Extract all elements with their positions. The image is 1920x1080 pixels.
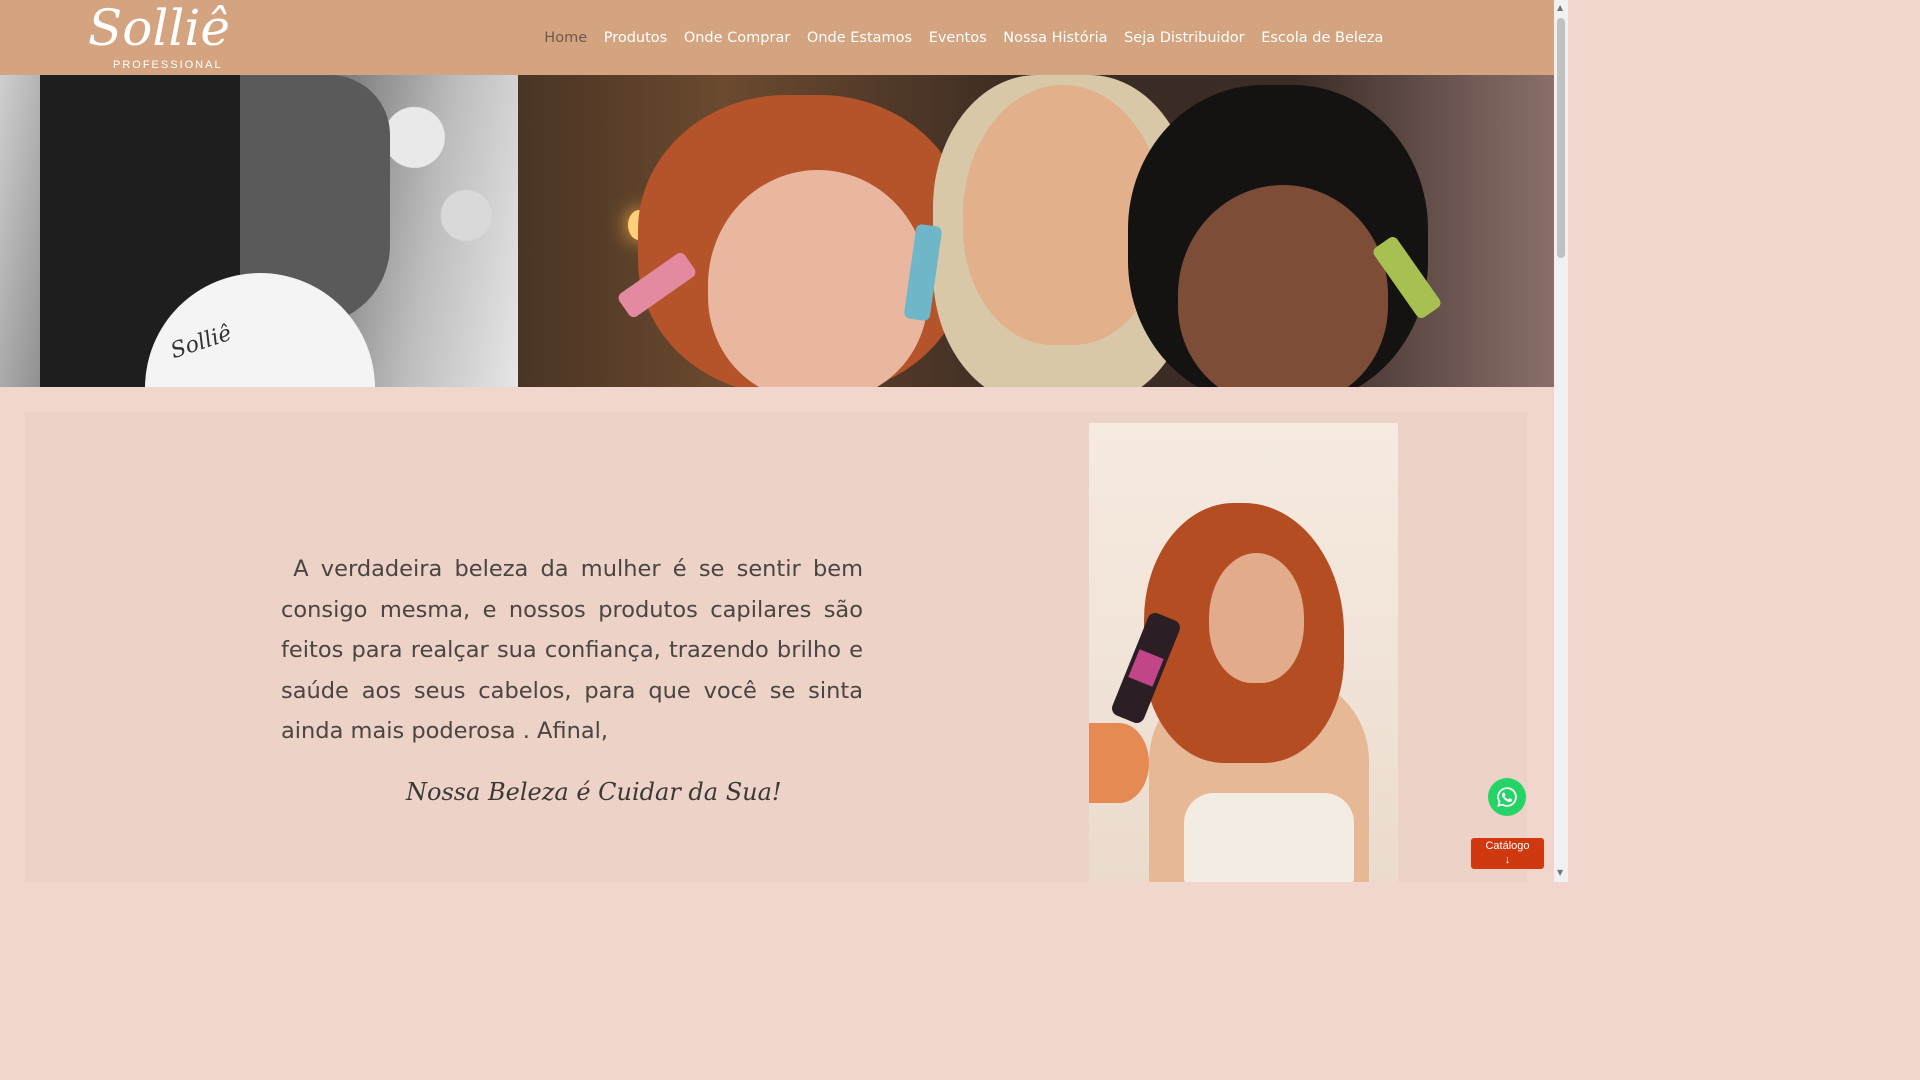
model-photo	[1089, 423, 1398, 882]
model-outfit	[1184, 793, 1354, 882]
hero-image-right	[518, 75, 1554, 387]
brand-logo[interactable]: Solliê PROFESSIONAL	[88, 0, 238, 72]
nav-item-seja-distribuidor[interactable]: Seja Distribuidor	[1116, 28, 1253, 48]
page-scrollbar[interactable]: ▲ ▼	[1554, 0, 1568, 882]
site-header: Solliê PROFESSIONAL Home Produtos Onde …	[0, 0, 1554, 75]
nav-item-home[interactable]: Home	[536, 28, 595, 48]
nav-item-onde-estamos[interactable]: Onde Estamos	[799, 28, 921, 48]
brand-quote: A verdadeira beleza da mulher é se senti…	[281, 556, 863, 744]
nav-item-eventos[interactable]: Eventos	[920, 28, 995, 48]
scroll-down-arrow-icon[interactable]: ▼	[1557, 868, 1563, 877]
whatsapp-icon	[1497, 787, 1517, 807]
main-nav: Home Produtos Onde Comprar Onde Estamos …	[536, 28, 1392, 48]
nav-item-onde-comprar[interactable]: Onde Comprar	[676, 28, 799, 48]
hero-banner: Solliê	[0, 75, 1554, 387]
nav-item-produtos[interactable]: Produtos	[595, 28, 675, 48]
whatsapp-button[interactable]	[1488, 778, 1526, 816]
catalog-button-label: Catálogo	[1485, 840, 1530, 852]
model-face	[1209, 553, 1304, 683]
hero-image-left: Solliê	[0, 75, 518, 387]
model-1-face	[708, 170, 928, 387]
brand-tagline: Nossa Beleza é Cuidar da Sua!	[406, 778, 782, 806]
catalog-button[interactable]: Catálogo ↓	[1471, 838, 1544, 869]
nav-item-nossa-historia[interactable]: Nossa História	[995, 28, 1116, 48]
scroll-up-arrow-icon[interactable]: ▲	[1557, 3, 1563, 12]
nav-item-escola-de-beleza[interactable]: Escola de Beleza	[1253, 28, 1392, 48]
scrollbar-thumb[interactable]	[1557, 18, 1565, 258]
brand-logo-wordmark: Solliê	[88, 0, 230, 57]
brand-logo-subtitle: PROFESSIONAL	[113, 59, 223, 71]
model-photo-background-object	[1089, 723, 1149, 803]
arrow-down-icon: ↓	[1504, 854, 1511, 866]
product-label-band	[1128, 649, 1164, 687]
